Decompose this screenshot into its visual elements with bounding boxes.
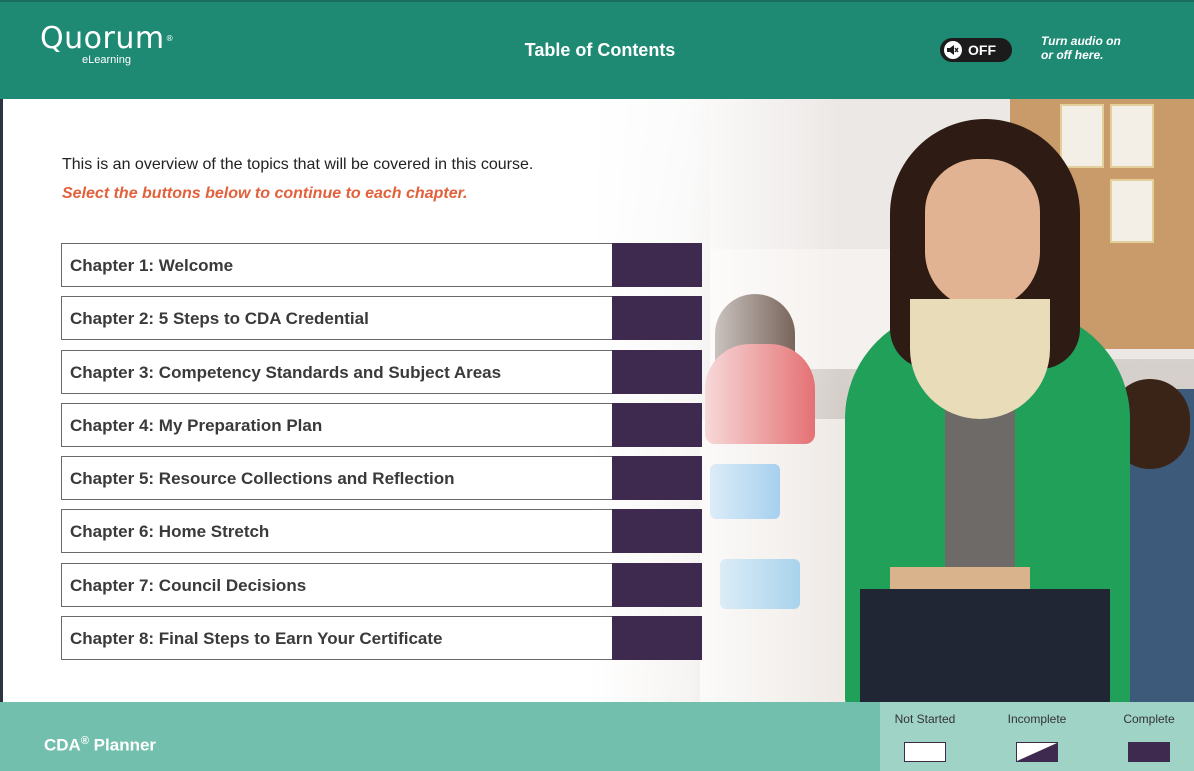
chapter-label: Chapter 1: Welcome [70,256,234,275]
status-complete-indicator [612,349,702,394]
status-complete-indicator [612,562,702,607]
complete-swatch [1128,742,1170,762]
audio-hint-line2: or off here. [1041,48,1104,62]
status-complete-indicator [612,243,702,287]
legend-complete: Complete [1104,712,1194,762]
speaker-icon [944,41,962,59]
page-title: Table of Contents [524,40,676,60]
chapter-button-6[interactable]: Chapter 6: Home Stretch [61,509,702,554]
audio-state-label: OFF [968,42,996,58]
legend-not-started: Not Started [880,712,970,762]
status-complete-indicator [612,456,702,501]
chapter-label: Chapter 2: 5 Steps to CDA Credential [70,309,369,329]
chapter-button-1[interactable]: Chapter 1: Welcome [61,243,702,287]
chapter-label: Chapter 3: Competency Standards and Subj… [70,362,502,382]
intro-text: This is an overview of the topics that w… [62,156,534,173]
status-legend: Not Started Incomplete Complete [880,702,1194,771]
status-complete-indicator [612,616,702,661]
chapter-list: Chapter 1: Welcome Chapter 2: 5 Steps to… [61,243,702,669]
legend-incomplete: Incomplete [992,712,1082,762]
footer-title: CDA® Planner [44,735,156,756]
not-started-swatch [904,742,946,762]
chapter-button-2[interactable]: Chapter 2: 5 Steps to CDA Credential [61,296,702,341]
footer-title-main: CDA [44,735,81,755]
status-complete-indicator [612,402,702,447]
status-complete-indicator [612,296,702,341]
legend-incomplete-label: Incomplete [1007,712,1067,726]
audio-toggle-button[interactable]: OFF [940,38,1012,62]
chapter-button-4[interactable]: Chapter 4: My Preparation Plan [61,402,702,447]
quorum-logo: Quorum® eLearning [40,21,175,67]
chapter-button-7[interactable]: Chapter 7: Council Decisions [61,562,702,607]
chapter-button-5[interactable]: Chapter 5: Resource Collections and Refl… [61,456,702,501]
audio-hint: Turn audio on or off here. [1041,34,1161,62]
status-complete-indicator [612,509,702,554]
legend-complete-label: Complete [1123,712,1175,726]
audio-hint-line1: Turn audio on [1041,34,1121,48]
chapter-label: Chapter 7: Council Decisions [70,575,307,595]
incomplete-swatch [1016,742,1058,762]
chapter-label: Chapter 8: Final Steps to Earn Your Cert… [70,629,443,649]
chapter-button-3[interactable]: Chapter 3: Competency Standards and Subj… [61,349,702,394]
footer-title-sup: ® [80,735,89,747]
footer-title-rest: Planner [88,735,157,755]
logo-text: Quorum [40,21,165,56]
footer-bar: CDA® Planner Not Started Incomplete Comp… [0,702,1194,771]
header-bar: Quorum® eLearning Table of Contents OFF … [0,0,1194,99]
chapter-button-8[interactable]: Chapter 8: Final Steps to Earn Your Cert… [61,616,702,661]
chapter-label: Chapter 4: My Preparation Plan [70,415,323,435]
chapter-label: Chapter 5: Resource Collections and Refl… [70,469,455,489]
legend-not-started-label: Not Started [894,712,956,726]
chapter-label: Chapter 6: Home Stretch [70,522,270,542]
instruction-text: Select the buttons below to continue to … [62,185,468,202]
